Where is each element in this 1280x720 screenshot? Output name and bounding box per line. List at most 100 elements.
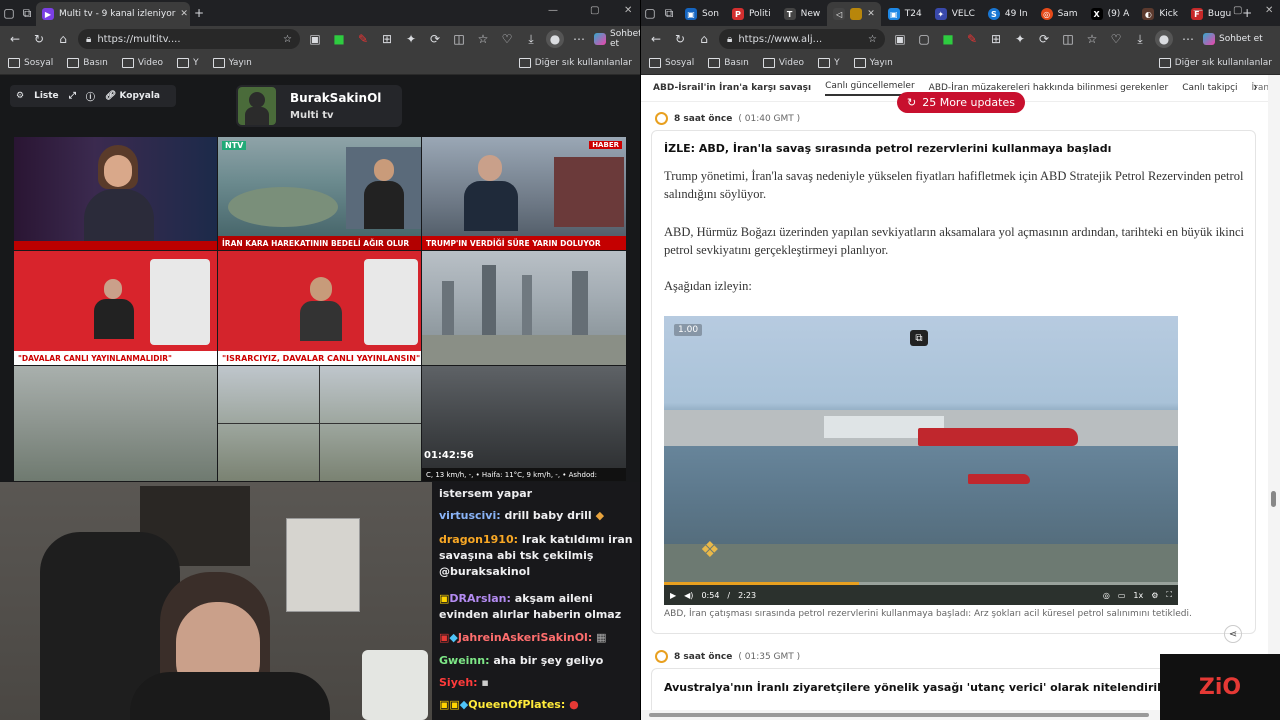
chat-user[interactable]: Siyeh: — [439, 676, 478, 689]
minimize-icon[interactable]: — — [548, 5, 558, 16]
bookmark-other-favorites[interactable]: Diğer sık kullanılanlar — [518, 58, 632, 68]
workspaces-icon[interactable]: ⧉ — [18, 4, 36, 22]
bookmark-video[interactable]: Video — [762, 58, 804, 68]
extension-3-icon[interactable]: ■ — [939, 30, 957, 48]
extension-5-icon[interactable]: ⊞ — [987, 30, 1005, 48]
page-tab-war[interactable]: ABD-İsrail'in İran'a karşı savaşı — [653, 83, 811, 93]
collections-icon[interactable]: ♡ — [1107, 30, 1125, 48]
collections-icon[interactable]: ♡ — [498, 30, 516, 48]
extension-6-icon[interactable]: ✦ — [1011, 30, 1029, 48]
tab-velc[interactable]: ✦ VELC — [929, 2, 981, 26]
refresh-icon[interactable]: ↻ — [30, 30, 48, 48]
scrollbar-thumb[interactable] — [1271, 491, 1276, 507]
tab-new[interactable]: T New — [778, 2, 827, 26]
tab-politi[interactable]: P Politi — [726, 2, 777, 26]
bookmark-basin[interactable]: Basın — [67, 58, 108, 68]
tab-sam[interactable]: ◎ Sam — [1035, 2, 1084, 26]
extension-2-icon[interactable]: ■ — [330, 30, 348, 48]
chat-user[interactable]: dragon1910: — [439, 533, 518, 546]
settings-gear-icon[interactable]: ⚙ — [16, 91, 24, 101]
home-icon[interactable]: ⌂ — [54, 30, 72, 48]
chat-user[interactable]: QueenOfPlates: — [468, 698, 565, 711]
more-menu-icon[interactable]: ⋯ — [570, 30, 588, 48]
minimize-icon[interactable]: — — [1193, 5, 1203, 16]
bookmark-other-favorites[interactable]: Diğer sık kullanılanlar — [1158, 58, 1272, 68]
bookmark-y[interactable]: Y — [818, 58, 840, 68]
h-scrollbar-thumb[interactable] — [649, 713, 1149, 717]
address-bar[interactable]: 🔒︎ https://www.alj... ☆ — [719, 29, 885, 49]
fullscreen-icon[interactable]: ⤢ — [69, 91, 76, 101]
extension-5-icon[interactable]: ✦ — [402, 30, 420, 48]
profile-avatar[interactable]: ● — [1155, 30, 1173, 48]
split-screen-icon[interactable]: ◫ — [450, 30, 468, 48]
tab-aljazeera[interactable]: ◁ ✕ — [827, 2, 881, 26]
bookmark-sosyal[interactable]: Sosyal — [649, 58, 694, 68]
chat-user[interactable]: DRArslan: — [449, 592, 511, 605]
bookmark-basin[interactable]: Basın — [708, 58, 749, 68]
video-tile-9[interactable]: 01:42:56 C, 13 km/h, -, • Haifa: 11°C, 9… — [422, 366, 626, 481]
tab-x[interactable]: X (9) A — [1085, 2, 1136, 26]
workspaces-icon[interactable]: ⧉ — [660, 4, 678, 22]
video-tile-6[interactable] — [422, 251, 626, 365]
fullscreen-icon[interactable]: ⛶ — [1166, 590, 1172, 600]
favorites-icon[interactable]: ☆ — [474, 30, 492, 48]
playback-rate[interactable]: 1x — [1133, 591, 1143, 600]
close-window-icon[interactable]: ✕ — [1265, 5, 1273, 16]
tab-kick[interactable]: ◐ Kick — [1136, 2, 1184, 26]
tabs-next-icon[interactable]: › — [1253, 80, 1258, 94]
video-player[interactable]: 1.00 ⧉ ❖ ▶ ◀) 0:54 / 2:23 ◎ ▭ 1x ⚙ ⛶ — [664, 316, 1178, 605]
volume-icon[interactable]: ◀) — [684, 591, 693, 600]
vertical-scrollbar[interactable] — [1268, 75, 1280, 720]
back-icon[interactable]: ← — [647, 30, 665, 48]
video-tile-5[interactable]: "ISRARCIYIZ, DAVALAR CANLI YAYINLANSIN" — [218, 251, 421, 365]
bookmark-yayin[interactable]: Yayın — [212, 58, 252, 68]
chat-user[interactable]: JahreinAskeriSakinOl: — [458, 631, 592, 644]
close-tab-icon[interactable]: ✕ — [867, 9, 875, 19]
downloads-icon[interactable]: ⤓ — [1131, 30, 1149, 48]
copilot-chat-button[interactable]: Sohbet et — [1203, 33, 1263, 45]
address-bar[interactable]: 🔒︎ https://multitv.... ☆ — [78, 29, 300, 49]
info-icon[interactable]: ⓘ — [86, 90, 95, 103]
close-tab-icon[interactable]: ✕ — [180, 9, 188, 19]
bookmark-y[interactable]: Y — [177, 58, 199, 68]
favorites-icon[interactable]: ☆ — [1083, 30, 1101, 48]
profile-avatar[interactable]: ● — [546, 30, 564, 48]
extension-7-icon[interactable]: ⟳ — [1035, 30, 1053, 48]
back-icon[interactable]: ← — [6, 30, 24, 48]
more-updates-button[interactable]: ↻ 25 More updates — [897, 92, 1025, 113]
copy-link-button[interactable]: 🔗︎ Kopyala — [105, 91, 160, 101]
new-tab-icon[interactable]: + — [190, 4, 208, 22]
split-screen-icon[interactable]: ◫ — [1059, 30, 1077, 48]
extension-1-icon[interactable]: ▣ — [306, 30, 324, 48]
video-tile-4[interactable]: "DAVALAR CANLI YAYINLANMALIDIR" — [14, 251, 217, 365]
chat-user[interactable]: virtuscivi: — [439, 509, 501, 522]
play-icon[interactable]: ▶ — [670, 591, 676, 600]
extension-1-icon[interactable]: ▣ — [891, 30, 909, 48]
bookmark-yayin[interactable]: Yayın — [853, 58, 893, 68]
list-button[interactable]: Liste — [34, 91, 59, 101]
captions-icon[interactable]: ▭ — [1118, 591, 1126, 600]
tab-son[interactable]: ▣ Son — [679, 2, 725, 26]
settings-icon[interactable]: ⚙ — [1151, 591, 1158, 600]
channel-card[interactable]: BurakSakinOl Multi tv — [236, 85, 402, 127]
tab-multitv[interactable]: ▶ Multi tv - 9 kanal izleniyor ✕ — [36, 2, 190, 26]
extension-6-icon[interactable]: ⟳ — [426, 30, 444, 48]
refresh-icon[interactable]: ↻ — [671, 30, 689, 48]
share-post-icon[interactable]: ⋖ — [1224, 625, 1242, 643]
tab-actions-icon[interactable]: ▢ — [641, 4, 659, 22]
copilot-chat-button[interactable]: Sohbet et — [594, 29, 640, 49]
video-tile-1[interactable] — [14, 137, 217, 250]
video-tile-2[interactable]: NTV İRAN KARA HAREKATININ BEDELİ AĞIR OL… — [218, 137, 421, 250]
tab-actions-icon[interactable]: ▢ — [0, 4, 18, 22]
bookmark-sosyal[interactable]: Sosyal — [8, 58, 53, 68]
video-tile-3[interactable]: HABER TRUMP'IN VERDİĞİ SÜRE YARIN DOLUYO… — [422, 137, 626, 250]
bookmark-video[interactable]: Video — [121, 58, 163, 68]
video-tile-8[interactable] — [218, 366, 421, 481]
chat-user[interactable]: Gweinn: — [439, 654, 489, 667]
tab-t24[interactable]: ▣ T24 — [882, 2, 928, 26]
maximize-icon[interactable]: ▢ — [1233, 5, 1242, 16]
tab-49in[interactable]: S 49 In — [982, 2, 1034, 26]
pip-icon[interactable]: ⧉ — [910, 330, 928, 346]
extension-3-icon[interactable]: ✎ — [354, 30, 372, 48]
video-tile-7[interactable] — [14, 366, 217, 481]
